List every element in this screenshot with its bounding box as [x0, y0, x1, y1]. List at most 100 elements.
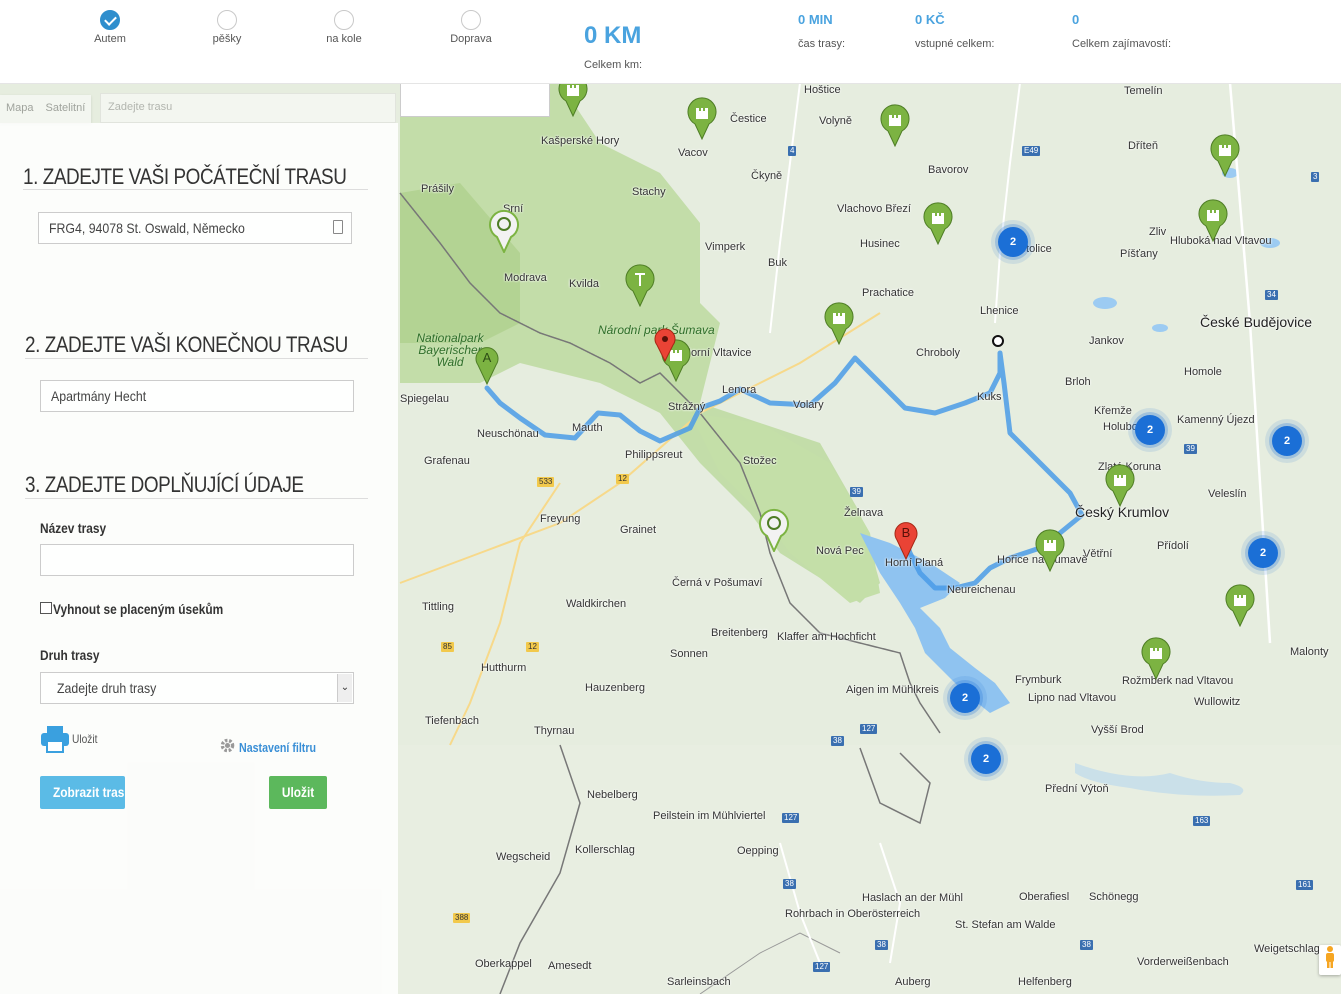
- print-icon[interactable]: [40, 724, 70, 754]
- marker-cluster[interactable]: 2: [998, 227, 1028, 257]
- road-shield: 12: [526, 642, 539, 652]
- mode-car-radio[interactable]: [100, 10, 120, 30]
- town-label: Klaffer am Hochficht: [777, 631, 876, 643]
- gear-icon[interactable]: [219, 737, 236, 754]
- marker-cluster[interactable]: 2: [1272, 426, 1302, 456]
- castle-poi-marker-icon[interactable]: [686, 96, 718, 140]
- castle-poi-marker-icon[interactable]: [557, 83, 589, 117]
- road-shield: 39: [850, 487, 863, 497]
- town-label: Modrava: [504, 272, 547, 284]
- marker-cluster[interactable]: 2: [1135, 415, 1165, 445]
- town-label: Vlachovo Březí: [837, 203, 911, 215]
- save-button[interactable]: Uložit: [269, 776, 327, 809]
- poi-value: 0: [1072, 12, 1080, 27]
- town-label: Thyrnau: [534, 725, 575, 737]
- town-label: Auberg: [895, 976, 931, 988]
- route-start-letter: A: [483, 350, 492, 365]
- viewpoint-poi-marker-icon[interactable]: [758, 508, 790, 552]
- route-type-label: Druh trasy: [40, 647, 100, 663]
- road-shield: 4: [788, 146, 797, 156]
- time-value: 0 MIN: [798, 12, 833, 27]
- tower-poi-marker-icon[interactable]: [624, 263, 656, 307]
- route-end-marker-icon[interactable]: B: [894, 520, 918, 560]
- town-label: Prachatice: [862, 287, 914, 299]
- step3-title: 3. ZADEJTE DOPLŇUJÍCÍ ÚDAJE: [25, 472, 304, 497]
- road-shield: 127: [860, 724, 878, 734]
- town-label: Bavorov: [928, 164, 969, 176]
- mode-walk-radio[interactable]: [217, 10, 237, 30]
- castle-poi-marker-icon[interactable]: [823, 301, 855, 345]
- avoid-toll-checkbox[interactable]: [40, 602, 52, 614]
- viewpoint-poi-marker-icon[interactable]: [488, 209, 520, 253]
- mode-car[interactable]: Autem: [80, 10, 140, 45]
- start-location-input[interactable]: FRG4, 94078 St. Oswald, Německo: [38, 212, 352, 244]
- road-shield: 39: [1184, 444, 1197, 454]
- route-planner-panel: 1. ZADEJTE VAŠI POČÁTEČNÍ TRASU FRG4, 94…: [0, 123, 398, 994]
- castle-poi-marker-icon[interactable]: [1224, 583, 1256, 627]
- mode-transit[interactable]: Doprava: [441, 10, 501, 45]
- mode-transit-radio[interactable]: [461, 10, 481, 30]
- castle-poi-marker-icon[interactable]: [922, 201, 954, 245]
- town-label: Čestice: [730, 113, 767, 125]
- mode-bike[interactable]: na kole: [314, 10, 374, 45]
- mode-walk-label: pěšky: [212, 33, 242, 45]
- town-label: Křemže: [1094, 405, 1132, 417]
- castle-poi-marker-icon[interactable]: [1209, 133, 1241, 177]
- town-label: Peilstein im Mühlviertel: [653, 810, 766, 822]
- street-view-pegman-icon[interactable]: [1319, 945, 1341, 975]
- save-button-label: Uložit: [281, 784, 315, 800]
- road-shield: 127: [813, 962, 831, 972]
- town-label: Kamenný Újezd: [1177, 414, 1255, 426]
- route-type-select[interactable]: Zadejte druh trasy ⌄: [40, 672, 354, 704]
- town-label: Zliv: [1149, 226, 1167, 238]
- town-label: Nebelberg: [587, 789, 638, 801]
- castle-poi-marker-icon[interactable]: [879, 103, 911, 147]
- map-type-satellite-tab[interactable]: Satelitní: [40, 95, 92, 123]
- divider: [23, 189, 368, 190]
- show-route-button[interactable]: Zobrazit trasu: [40, 776, 125, 809]
- route-start-marker-icon[interactable]: A: [475, 345, 499, 385]
- contact-card-icon[interactable]: [333, 220, 343, 234]
- location-marker-icon[interactable]: [654, 328, 676, 362]
- town-label: Hauzenberg: [585, 682, 645, 694]
- town-label: České Budějovice: [1200, 314, 1313, 330]
- town-label: Hutthurm: [481, 662, 527, 674]
- mode-bike-radio[interactable]: [334, 10, 354, 30]
- print-label[interactable]: Uložit: [72, 732, 98, 746]
- town-label: Grainet: [620, 524, 657, 536]
- avoid-toll-label: Vyhnout se placeným úsekům: [53, 601, 224, 617]
- castle-poi-marker-icon[interactable]: [1140, 636, 1172, 680]
- map-type-tabs[interactable]: Mapa Satelitní: [0, 95, 92, 123]
- town-label: Vacov: [678, 147, 708, 159]
- divider: [25, 358, 368, 359]
- mode-car-label: Autem: [94, 33, 126, 45]
- map-search-ghost: Zadejte trasu: [100, 93, 396, 123]
- marker-cluster[interactable]: 2: [950, 683, 980, 713]
- mode-walk[interactable]: pěšky: [197, 10, 257, 45]
- town-label: Přední Výtoň: [1045, 783, 1109, 795]
- map-type-map-tab[interactable]: Mapa: [0, 95, 40, 123]
- town-label: Helfenberg: [1018, 976, 1072, 988]
- town-label: Wullowitz: [1194, 696, 1241, 708]
- town-label: Breitenberg: [711, 627, 768, 639]
- town-label: Čkyně: [751, 170, 783, 182]
- road-shield: 533: [537, 477, 555, 487]
- town-label: Buk: [768, 257, 787, 269]
- road-shield: 388: [453, 913, 471, 923]
- town-label: Volyně: [819, 115, 853, 127]
- road-shield: 3: [1311, 172, 1320, 182]
- fee-label: vstupné celkem:: [915, 38, 995, 50]
- fee-value: 0 KČ: [915, 12, 945, 27]
- filter-settings-link[interactable]: Nastavení filtru: [239, 740, 316, 755]
- end-location-input[interactable]: Apartmány Hecht: [40, 380, 354, 412]
- castle-poi-marker-icon[interactable]: [1034, 528, 1066, 572]
- town-label: Horní Vltavice: [683, 347, 752, 359]
- map-search-box[interactable]: [400, 83, 550, 117]
- marker-cluster[interactable]: 2: [971, 744, 1001, 774]
- town-label: Oepping: [737, 845, 779, 857]
- castle-poi-marker-icon[interactable]: [1104, 463, 1136, 507]
- chevron-down-icon[interactable]: ⌄: [337, 674, 352, 702]
- marker-cluster[interactable]: 2: [1248, 538, 1278, 568]
- route-name-input[interactable]: [40, 544, 354, 576]
- castle-poi-marker-icon[interactable]: [1197, 198, 1229, 242]
